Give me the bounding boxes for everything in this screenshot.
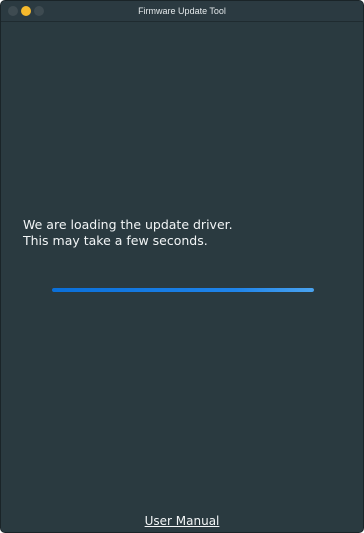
loading-message-line-2: This may take a few seconds. — [23, 233, 208, 248]
progress-bar-fill — [52, 288, 314, 292]
titlebar: Firmware Update Tool — [1, 1, 363, 22]
window-title: Firmware Update Tool — [138, 6, 226, 16]
loading-message-line-1: We are loading the update driver. — [23, 217, 233, 232]
progress-bar — [52, 288, 314, 292]
main-content: We are loading the update driver. This m… — [1, 22, 363, 532]
loading-message: We are loading the update driver. This m… — [23, 217, 233, 249]
app-window: Firmware Update Tool We are loading the … — [0, 0, 364, 533]
user-manual-link[interactable]: User Manual — [1, 514, 363, 528]
